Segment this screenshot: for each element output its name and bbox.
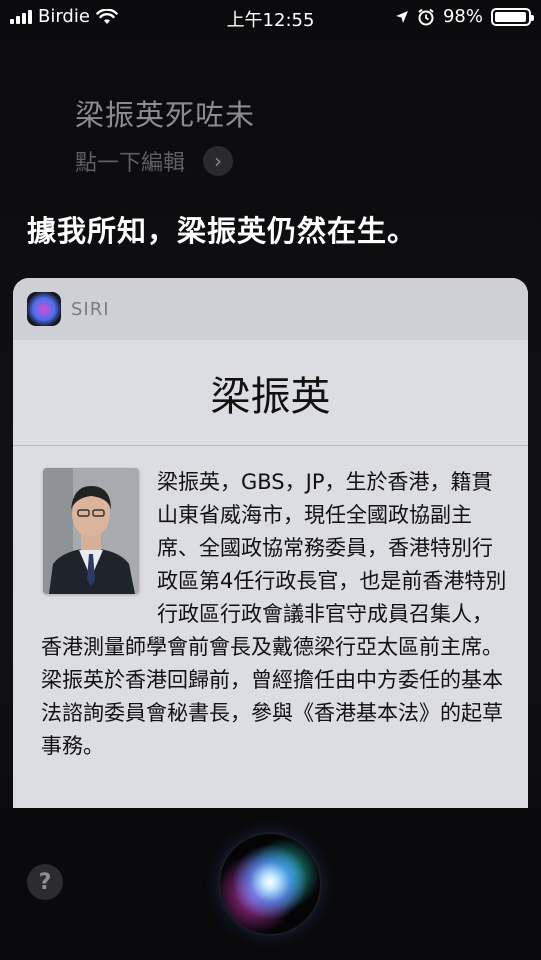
location-icon — [395, 10, 408, 23]
siri-knowledge-card[interactable]: SIRI 梁振英 梁振英，GBS，JP，生於香港，籍貫山東省威海市，現任全國政協… — [13, 278, 528, 878]
portrait-photo[interactable] — [43, 468, 139, 594]
card-title: 梁振英 — [13, 340, 528, 446]
edit-hint-label: 點一下編輯 — [75, 151, 186, 176]
siri-query-text[interactable]: 梁振英死咗未 — [75, 92, 255, 134]
siri-screen: Birdie 上午12:55 98% 梁振英死咗未 點一下編輯 › 據我所知，梁 — [0, 0, 541, 960]
status-bar: Birdie 上午12:55 98% — [0, 0, 541, 36]
siri-answer-text: 據我所知，梁振英仍然在生。 — [27, 214, 418, 248]
battery-icon — [491, 7, 534, 26]
tap-to-edit[interactable]: 點一下編輯 › — [75, 145, 234, 177]
battery-percent: 98% — [442, 6, 483, 27]
card-app-name: SIRI — [71, 298, 110, 320]
card-header: SIRI — [13, 278, 528, 340]
siri-app-icon — [27, 292, 61, 326]
alarm-icon — [418, 8, 434, 25]
status-right: 98% — [395, 6, 534, 27]
help-icon[interactable]: ? — [27, 864, 63, 900]
siri-orb-button[interactable] — [220, 834, 320, 934]
chevron-right-icon[interactable]: › — [203, 146, 234, 176]
card-body: 梁振英，GBS，JP，生於香港，籍貫山東省威海市，現任全國政協副主席、全國政協常… — [13, 446, 528, 763]
